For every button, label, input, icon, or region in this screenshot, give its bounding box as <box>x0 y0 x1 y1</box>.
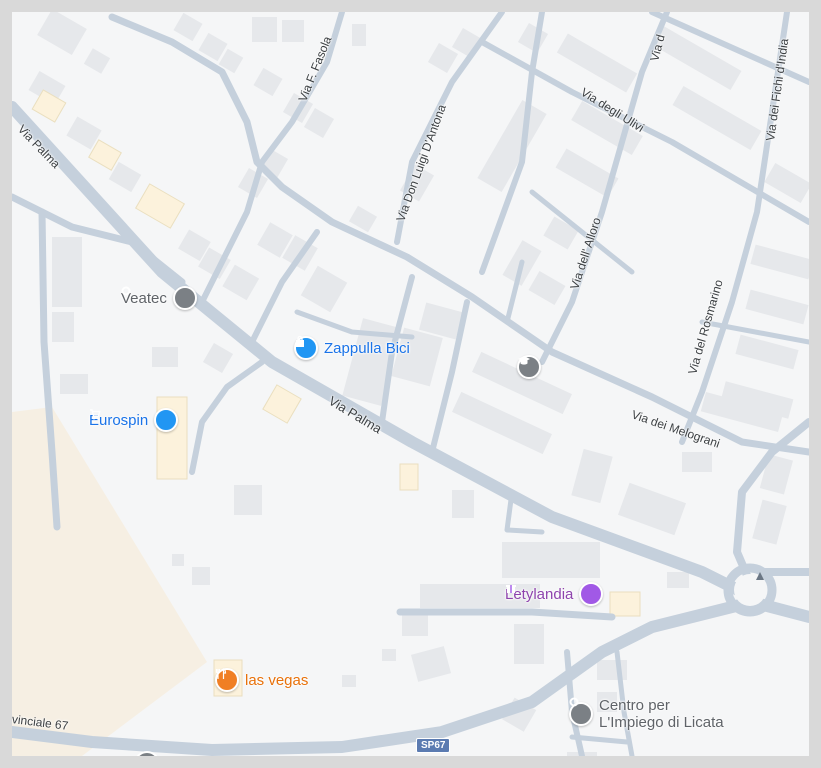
shopping-bag-icon <box>294 336 318 360</box>
gray-pin-icon <box>569 697 593 726</box>
poi-eurospin[interactable]: Eurospin <box>89 408 179 432</box>
poi-letylandia[interactable]: Letylandia <box>505 582 604 606</box>
poi-las-vegas[interactable]: las vegas <box>215 668 308 692</box>
gift-icon <box>506 582 604 606</box>
route-shield-sp67: SP67 <box>416 738 451 753</box>
map-base <box>12 12 809 756</box>
poi-centro-impiego[interactable]: Centro per L'Impiego di Licata <box>569 697 724 731</box>
poi-label: Zappulla Bici <box>324 339 410 357</box>
poi-label: Centro per L'Impiego di Licata <box>599 697 724 731</box>
gray-pin-icon <box>121 286 197 310</box>
poi-veatec[interactable]: Veatec <box>121 286 197 310</box>
school-icon <box>517 355 541 379</box>
shopping-cart-icon <box>90 408 179 432</box>
restaurant-icon <box>215 668 239 692</box>
map-canvas[interactable]: Via Palma Via Palma Via F. Fasola Via Do… <box>12 12 809 756</box>
poi-zappulla-bici[interactable]: Zappulla Bici <box>294 336 410 360</box>
partial-pin-icon <box>136 751 158 756</box>
poi-school[interactable] <box>517 355 541 379</box>
poi-label: las vegas <box>245 671 309 689</box>
